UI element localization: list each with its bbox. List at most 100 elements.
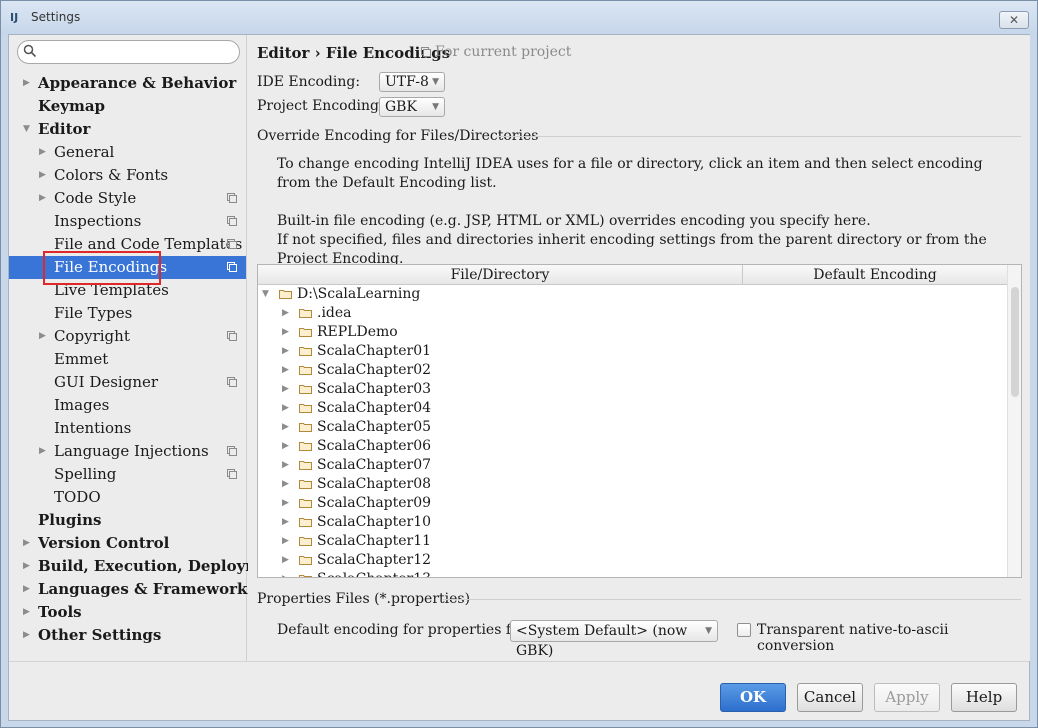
- search-input[interactable]: [42, 43, 234, 61]
- sidebar-item-tools[interactable]: ▶ Tools: [9, 601, 246, 624]
- sidebar-item-label: Code Style: [54, 189, 137, 207]
- sidebar-item-keymap[interactable]: Keymap: [9, 95, 246, 118]
- chevron-right-icon[interactable]: ▶: [282, 323, 289, 342]
- help-button[interactable]: Help: [951, 683, 1017, 712]
- chevron-right-icon[interactable]: ▶: [23, 624, 33, 647]
- scrollbar-thumb[interactable]: [1011, 287, 1019, 397]
- table-row[interactable]: ▶ ScalaChapter04: [258, 399, 1007, 418]
- table-row[interactable]: ▶ ScalaChapter06: [258, 437, 1007, 456]
- chevron-right-icon[interactable]: ▶: [282, 570, 289, 577]
- sidebar-item-label: Copyright: [54, 327, 130, 345]
- sidebar-item-images[interactable]: Images: [9, 394, 246, 417]
- chevron-right-icon[interactable]: ▶: [23, 578, 33, 601]
- chevron-down-icon[interactable]: ▼: [262, 285, 269, 304]
- chevron-right-icon[interactable]: ▶: [39, 325, 49, 348]
- folder-icon: [299, 537, 312, 546]
- chevron-right-icon[interactable]: ▶: [23, 555, 33, 578]
- sidebar-item-label: Emmet: [54, 350, 109, 368]
- chevron-right-icon[interactable]: ▶: [39, 164, 49, 187]
- table-row[interactable]: ▶ ScalaChapter10: [258, 513, 1007, 532]
- ide-encoding-value: UTF-8: [385, 74, 429, 90]
- folder-icon: [299, 404, 312, 413]
- ide-encoding-select[interactable]: UTF-8 ▼: [379, 72, 445, 92]
- folder-icon: [299, 499, 312, 508]
- table-cell-path: ScalaChapter10: [317, 514, 432, 530]
- table-cell-path: REPLDemo: [317, 324, 398, 340]
- sidebar-item-languages-frameworks[interactable]: ▶ Languages & Frameworks: [9, 578, 256, 601]
- chevron-right-icon[interactable]: ▶: [39, 440, 49, 463]
- sidebar-item-label: Colors & Fonts: [54, 166, 169, 184]
- transparent-conversion-label[interactable]: Transparent native-to-ascii conversion: [757, 622, 1030, 654]
- chevron-down-icon[interactable]: ▼: [23, 118, 33, 141]
- ok-button[interactable]: OK: [720, 683, 786, 712]
- sidebar-item-label: Other Settings: [38, 626, 162, 644]
- chevron-right-icon[interactable]: ▶: [282, 418, 289, 437]
- table-row[interactable]: ▶ .idea: [258, 304, 1007, 323]
- table-row-root[interactable]: ▼ D:\ScalaLearning: [258, 285, 1007, 304]
- chevron-right-icon[interactable]: ▶: [23, 72, 33, 95]
- project-encoding-select[interactable]: GBK ▼: [379, 97, 445, 117]
- table-row[interactable]: ▶ ScalaChapter03: [258, 380, 1007, 399]
- folder-icon: [299, 385, 312, 394]
- sidebar-item-gui-designer[interactable]: GUI Designer: [9, 371, 246, 394]
- chevron-right-icon[interactable]: ▶: [282, 494, 289, 513]
- transparent-conversion-checkbox[interactable]: [737, 623, 751, 637]
- column-header-default-encoding[interactable]: Default Encoding: [743, 265, 1007, 285]
- chevron-right-icon[interactable]: ▶: [39, 187, 49, 210]
- project-encoding-label: Project Encoding:: [257, 98, 384, 114]
- table-row[interactable]: ▶ ScalaChapter08: [258, 475, 1007, 494]
- sidebar-item-label: GUI Designer: [54, 373, 159, 391]
- table-row[interactable]: ▶ ScalaChapter13: [258, 570, 1007, 577]
- cancel-button[interactable]: Cancel: [797, 683, 863, 712]
- chevron-right-icon[interactable]: ▶: [23, 532, 33, 555]
- sidebar-item-editor[interactable]: ▼ Editor: [9, 118, 246, 141]
- table-cell-path: ScalaChapter06: [317, 438, 432, 454]
- table-scrollbar[interactable]: [1007, 265, 1021, 577]
- sidebar-item-build-execution-deployment[interactable]: ▶ Build, Execution, Deployment: [9, 555, 289, 578]
- chevron-right-icon[interactable]: ▶: [282, 304, 289, 323]
- search-field[interactable]: [17, 40, 240, 64]
- sidebar-item-version-control[interactable]: ▶ Version Control: [9, 532, 246, 555]
- chevron-right-icon[interactable]: ▶: [282, 456, 289, 475]
- chevron-right-icon[interactable]: ▶: [282, 551, 289, 570]
- table-row[interactable]: ▶ ScalaChapter09: [258, 494, 1007, 513]
- chevron-right-icon[interactable]: ▶: [282, 513, 289, 532]
- sidebar-item-general[interactable]: ▶ General: [9, 141, 246, 164]
- properties-encoding-select[interactable]: <System Default> (now GBK) ▼: [510, 620, 718, 659]
- override-section-title: Override Encoding for Files/Directories: [257, 128, 539, 144]
- table-row[interactable]: ▶ ScalaChapter01: [258, 342, 1007, 361]
- title-bar: IJ Settings ✕: [1, 1, 1037, 35]
- sidebar-item-plugins[interactable]: Plugins: [9, 509, 246, 532]
- table-row[interactable]: ▶ ScalaChapter07: [258, 456, 1007, 475]
- close-button[interactable]: ✕: [999, 11, 1029, 29]
- sidebar-item-language-injections[interactable]: ▶ Language Injections: [9, 440, 246, 463]
- sidebar-item-code-style[interactable]: ▶ Code Style: [9, 187, 246, 210]
- table-row[interactable]: ▶ ScalaChapter12: [258, 551, 1007, 570]
- sidebar-item-appearance-behavior[interactable]: ▶ Appearance & Behavior: [9, 72, 246, 95]
- table-row[interactable]: ▶ ScalaChapter02: [258, 361, 1007, 380]
- table-row[interactable]: ▶ ScalaChapter05: [258, 418, 1007, 437]
- chevron-right-icon[interactable]: ▶: [282, 532, 289, 551]
- apply-button[interactable]: Apply: [874, 683, 940, 712]
- sidebar-item-colors-fonts[interactable]: ▶ Colors & Fonts: [9, 164, 246, 187]
- column-header-file-directory[interactable]: File/Directory: [258, 265, 742, 285]
- chevron-right-icon[interactable]: ▶: [282, 437, 289, 456]
- sidebar-item-spelling[interactable]: Spelling: [9, 463, 246, 486]
- chevron-right-icon[interactable]: ▶: [282, 475, 289, 494]
- chevron-right-icon[interactable]: ▶: [282, 361, 289, 380]
- chevron-right-icon[interactable]: ▶: [23, 601, 33, 624]
- sidebar-item-todo[interactable]: TODO: [9, 486, 246, 509]
- chevron-right-icon[interactable]: ▶: [39, 141, 49, 164]
- chevron-right-icon[interactable]: ▶: [282, 380, 289, 399]
- table-row[interactable]: ▶ REPLDemo: [258, 323, 1007, 342]
- sidebar-item-intentions[interactable]: Intentions: [9, 417, 246, 440]
- table-row[interactable]: ▶ ScalaChapter11: [258, 532, 1007, 551]
- sidebar-item-other-settings[interactable]: ▶ Other Settings: [9, 624, 246, 647]
- chevron-right-icon[interactable]: ▶: [282, 342, 289, 361]
- sidebar-item-file-types[interactable]: File Types: [9, 302, 246, 325]
- sidebar-item-emmet[interactable]: Emmet: [9, 348, 246, 371]
- table-cell-path: ScalaChapter12: [317, 552, 432, 568]
- chevron-right-icon[interactable]: ▶: [282, 399, 289, 418]
- sidebar-item-inspections[interactable]: Inspections: [9, 210, 246, 233]
- sidebar-item-copyright[interactable]: ▶ Copyright: [9, 325, 246, 348]
